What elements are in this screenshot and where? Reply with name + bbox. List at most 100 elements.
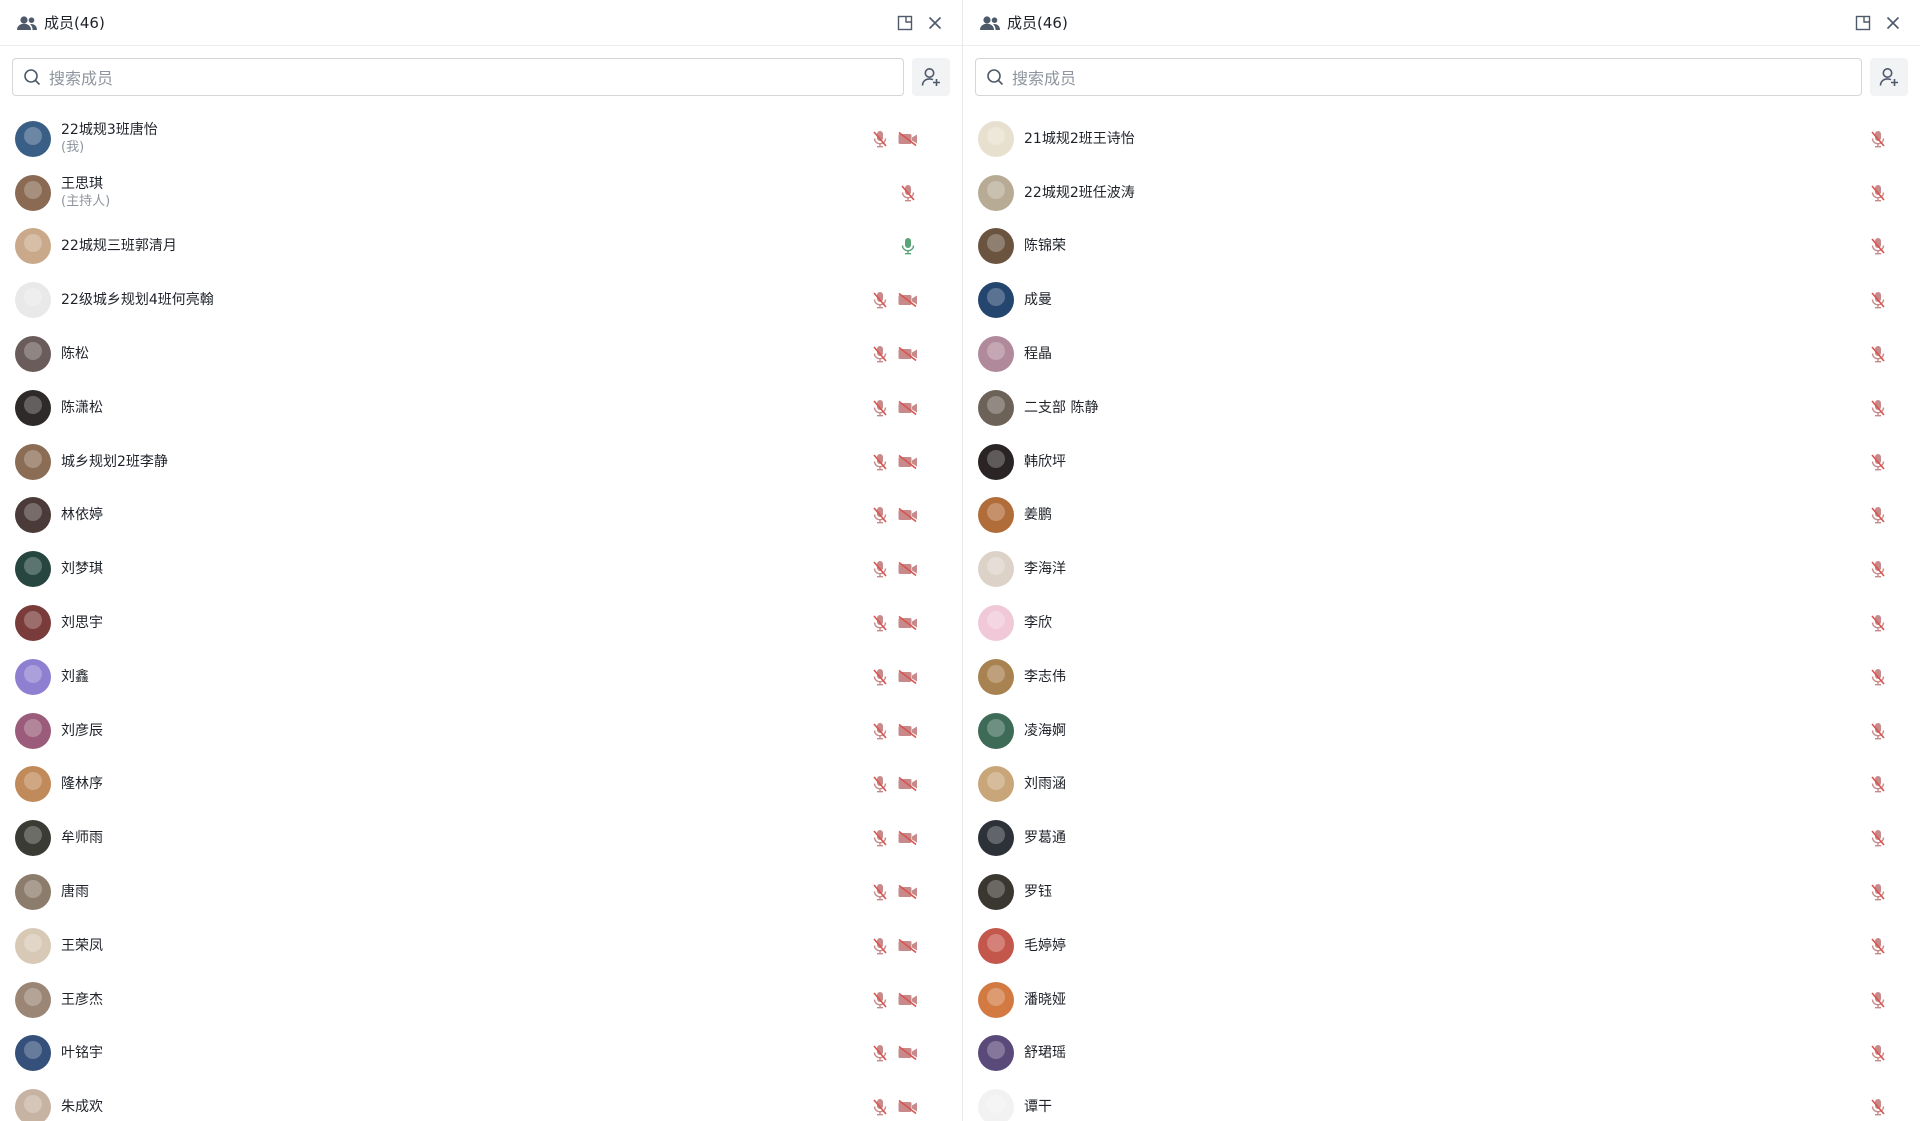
member-status-icons [1867,811,1889,865]
member-row[interactable]: 22级城乡规划4班何亮翰 [0,273,962,327]
member-row[interactable]: 唐雨 [0,865,962,919]
invite-member-button[interactable] [912,58,950,96]
member-row[interactable]: 韩欣坪 [963,435,1920,489]
popout-window-icon[interactable] [1852,12,1874,34]
member-row[interactable]: 凌海婀 [963,704,1920,758]
members-panel-right: 成员(46) 搜索成员 21城规2班王诗怡 22城规2班任波涛 陈锦荣 成曼 程晶 二支部… [963,0,1920,1121]
camera-off-icon [897,128,919,150]
microphone-muted-icon [1867,451,1889,473]
invite-member-button[interactable] [1870,58,1908,96]
microphone-muted-icon [869,720,891,742]
avatar [978,605,1014,642]
camera-off-icon [897,935,919,957]
member-names: 程晶 [1024,345,1052,363]
microphone-muted-icon [897,182,919,204]
member-row[interactable]: 李海洋 [963,542,1920,596]
member-row[interactable]: 李志伟 [963,650,1920,704]
microphone-muted-icon [869,666,891,688]
member-row[interactable]: 刘雨涵 [963,758,1920,812]
member-names: 刘梦琪 [61,560,103,578]
member-row[interactable]: 朱成欢 [0,1080,962,1121]
popout-window-icon[interactable] [894,12,916,34]
member-name: 朱成欢 [61,1099,103,1116]
member-row[interactable]: 陈松 [0,327,962,381]
member-row[interactable]: 叶铭宇 [0,1027,962,1081]
member-row[interactable]: 22城规2班任波涛 [963,166,1920,220]
member-row[interactable]: 21城规2班王诗怡 [963,112,1920,166]
member-row[interactable]: 陈潇松 [0,381,962,435]
camera-off-icon [897,343,919,365]
member-name: 罗葛通 [1024,830,1066,847]
microphone-muted-icon [1867,612,1889,634]
camera-off-icon [897,720,919,742]
member-row[interactable]: 刘彦辰 [0,704,962,758]
member-names: 刘鑫 [61,668,89,686]
search-input[interactable]: 搜索成员 [12,58,904,96]
member-name: 二支部 陈静 [1024,399,1099,416]
member-name: 牟师雨 [61,830,103,847]
member-row[interactable]: 刘鑫 [0,650,962,704]
microphone-muted-icon [869,612,891,634]
member-name: 刘思宇 [61,615,103,632]
search-row: 搜索成员 [0,46,962,106]
member-row[interactable]: 罗钰 [963,865,1920,919]
member-row[interactable]: 二支部 陈静 [963,381,1920,435]
member-row[interactable]: 22城规3班唐怡 (我) [0,112,962,166]
camera-off-icon [897,773,919,795]
search-icon [986,68,1004,86]
member-names: 潘晓娅 [1024,991,1066,1009]
avatar [978,1035,1014,1072]
camera-off-icon [897,451,919,473]
member-name: 22城规3班唐怡 [61,121,158,138]
member-row[interactable]: 姜鹏 [963,489,1920,543]
member-status-icons [869,273,919,327]
member-status-icons [869,919,919,973]
member-row[interactable]: 王荣凤 [0,919,962,973]
member-status-icons [869,327,919,381]
microphone-muted-icon [1867,989,1889,1011]
member-row[interactable]: 舒珺瑶 [963,1027,1920,1081]
member-row[interactable]: 城乡规划2班李静 [0,435,962,489]
member-name: 程晶 [1024,346,1052,363]
member-row[interactable]: 刘思宇 [0,596,962,650]
microphone-muted-icon [869,397,891,419]
member-names: 李海洋 [1024,560,1066,578]
avatar [15,389,51,426]
panel-header: 成员(46) [0,0,962,46]
camera-off-icon [897,1096,919,1118]
microphone-muted-icon [869,827,891,849]
member-names: 舒珺瑶 [1024,1044,1066,1062]
member-name: 城乡规划2班李静 [61,453,168,470]
member-row[interactable]: 程晶 [963,327,1920,381]
member-row[interactable]: 王思琪 (主持人) [0,166,962,220]
member-row[interactable]: 陈锦荣 [963,220,1920,274]
member-name: 22城规2班任波涛 [1024,184,1135,201]
microphone-muted-icon [1867,289,1889,311]
member-row[interactable]: 林依婷 [0,489,962,543]
microphone-muted-icon [1867,235,1889,257]
member-status-icons [1867,973,1889,1027]
member-status-icons [1867,112,1889,166]
member-row[interactable]: 刘梦琪 [0,542,962,596]
member-row[interactable]: 谭干 [963,1080,1920,1121]
member-row[interactable]: 李欣 [963,596,1920,650]
member-status-icons [869,1027,919,1081]
member-row[interactable]: 潘晓娅 [963,973,1920,1027]
member-name: 刘梦琪 [61,561,103,578]
member-names: 王荣凤 [61,937,103,955]
member-names: 二支部 陈静 [1024,399,1098,417]
close-icon[interactable] [924,12,946,34]
member-row[interactable]: 毛婷婷 [963,919,1920,973]
member-row[interactable]: 牟师雨 [0,811,962,865]
member-row[interactable]: 王彦杰 [0,973,962,1027]
member-name: 王彦杰 [61,991,103,1008]
member-row[interactable]: 隆林序 [0,758,962,812]
member-row[interactable]: 罗葛通 [963,811,1920,865]
close-icon[interactable] [1882,12,1904,34]
member-status-icons [869,435,919,489]
avatar [15,282,51,319]
search-input[interactable]: 搜索成员 [975,58,1862,96]
member-status-icons [869,596,919,650]
member-row[interactable]: 成曼 [963,273,1920,327]
member-row[interactable]: 22城规三班郭清月 [0,220,962,274]
